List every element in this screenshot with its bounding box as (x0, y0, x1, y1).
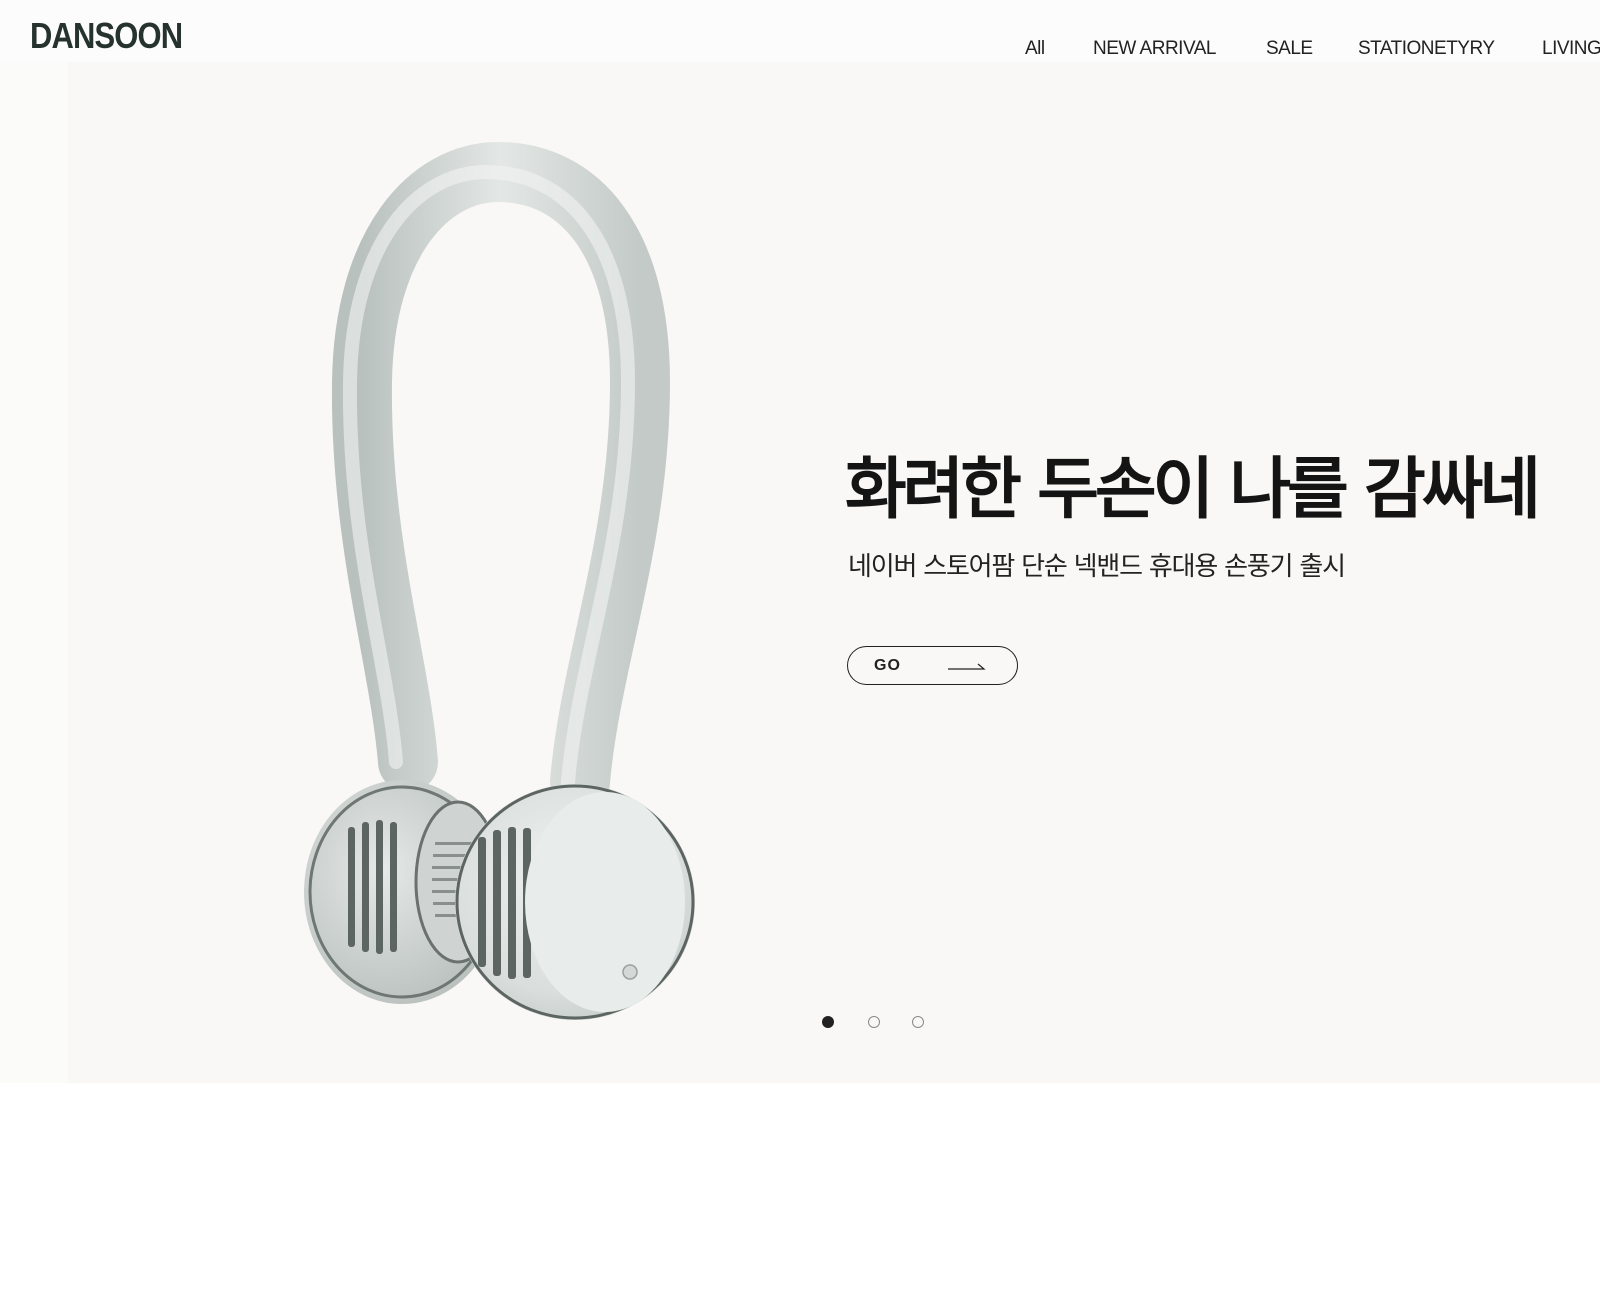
nav-item-stationery[interactable]: STATIONETYRY (1358, 38, 1495, 60)
hero-subline: 네이버 스토어팜 단순 넥밴드 휴대용 손풍기 출시 (848, 552, 1346, 582)
arrow-right-icon (948, 663, 986, 670)
site-header: DANSOON All NEW ARRIVAL SALE STATIONETYR… (0, 0, 1600, 62)
nav-item-new-arrival[interactable]: NEW ARRIVAL (1093, 38, 1216, 60)
main-nav: All NEW ARRIVAL SALE STATIONETYRY LIVING (0, 0, 1600, 62)
slider-pagination (0, 1016, 1600, 1030)
hero-slider: 화려한 두손이 나를 감싸네 네이버 스토어팜 단순 넥밴드 휴대용 손풍기 출… (0, 62, 1600, 1083)
go-button-label: GO (874, 657, 901, 674)
hero-headline: 화려한 두손이 나를 감싸네 (845, 450, 1541, 528)
product-image-neckband-fan (304, 141, 695, 1020)
page: DANSOON All NEW ARRIVAL SALE STATIONETYR… (0, 0, 1600, 1300)
hero-edge (0, 62, 68, 1083)
nav-item-living[interactable]: LIVING (1542, 38, 1600, 60)
nav-item-sale[interactable]: SALE (1266, 38, 1313, 60)
slide-dot-1[interactable] (822, 1016, 834, 1028)
nav-item-all[interactable]: All (1025, 38, 1045, 60)
slide-dot-2[interactable] (868, 1016, 880, 1028)
go-button[interactable]: GO (847, 646, 1018, 685)
slide-dot-3[interactable] (912, 1016, 924, 1028)
